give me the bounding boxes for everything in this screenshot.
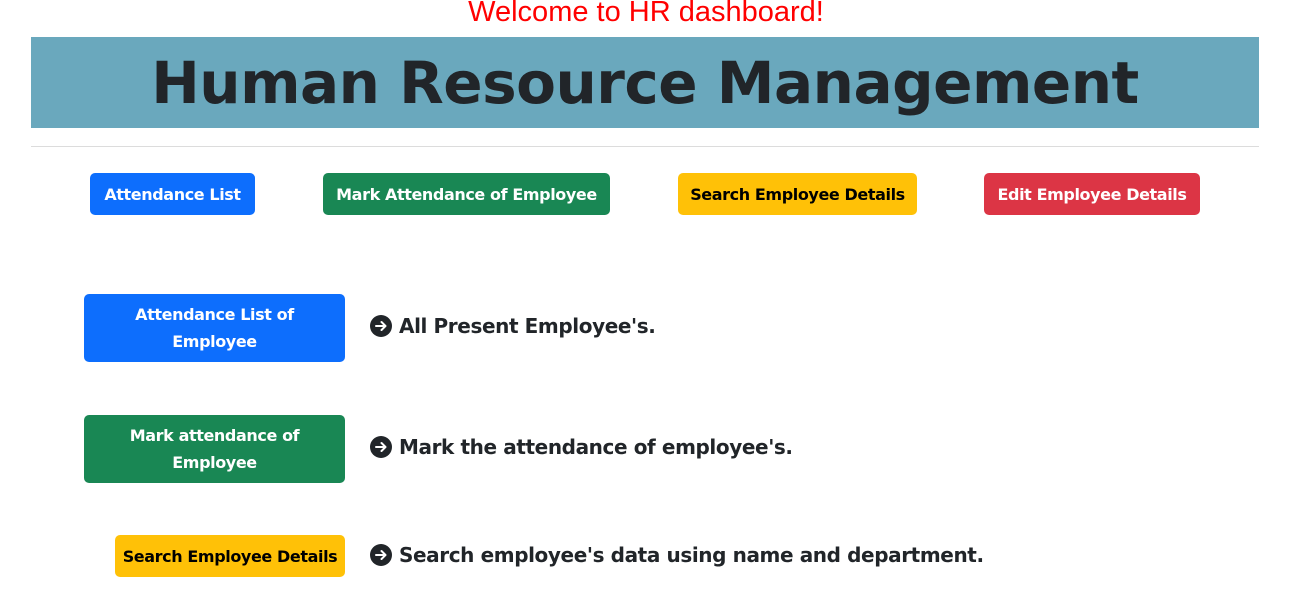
- feature-description-search: Search employee's data using name and de…: [370, 543, 984, 567]
- feature-attendance-list-button[interactable]: Attendance List of Employee: [84, 294, 345, 362]
- attendance-list-button[interactable]: Attendance List: [90, 173, 255, 215]
- edit-employee-button[interactable]: Edit Employee Details: [984, 173, 1200, 215]
- mark-attendance-button[interactable]: Mark Attendance of Employee: [323, 173, 610, 215]
- feature-description-attendance: All Present Employee's.: [370, 314, 656, 338]
- feature-description-text: Mark the attendance of employee's.: [399, 435, 793, 459]
- feature-description-text: All Present Employee's.: [399, 314, 656, 338]
- arrow-right-circle-icon: [370, 436, 392, 458]
- arrow-right-circle-icon: [370, 315, 392, 337]
- search-employee-button[interactable]: Search Employee Details: [678, 173, 917, 215]
- page-title: Human Resource Management: [151, 48, 1139, 117]
- title-banner: Human Resource Management: [31, 37, 1259, 128]
- feature-description-mark: Mark the attendance of employee's.: [370, 435, 793, 459]
- divider: [31, 146, 1259, 147]
- feature-search-employee-button[interactable]: Search Employee Details: [115, 535, 345, 577]
- welcome-message: Welcome to HR dashboard!: [468, 0, 824, 28]
- feature-description-text: Search employee's data using name and de…: [399, 543, 984, 567]
- arrow-right-circle-icon: [370, 544, 392, 566]
- feature-mark-attendance-button[interactable]: Mark attendance of Employee: [84, 415, 345, 483]
